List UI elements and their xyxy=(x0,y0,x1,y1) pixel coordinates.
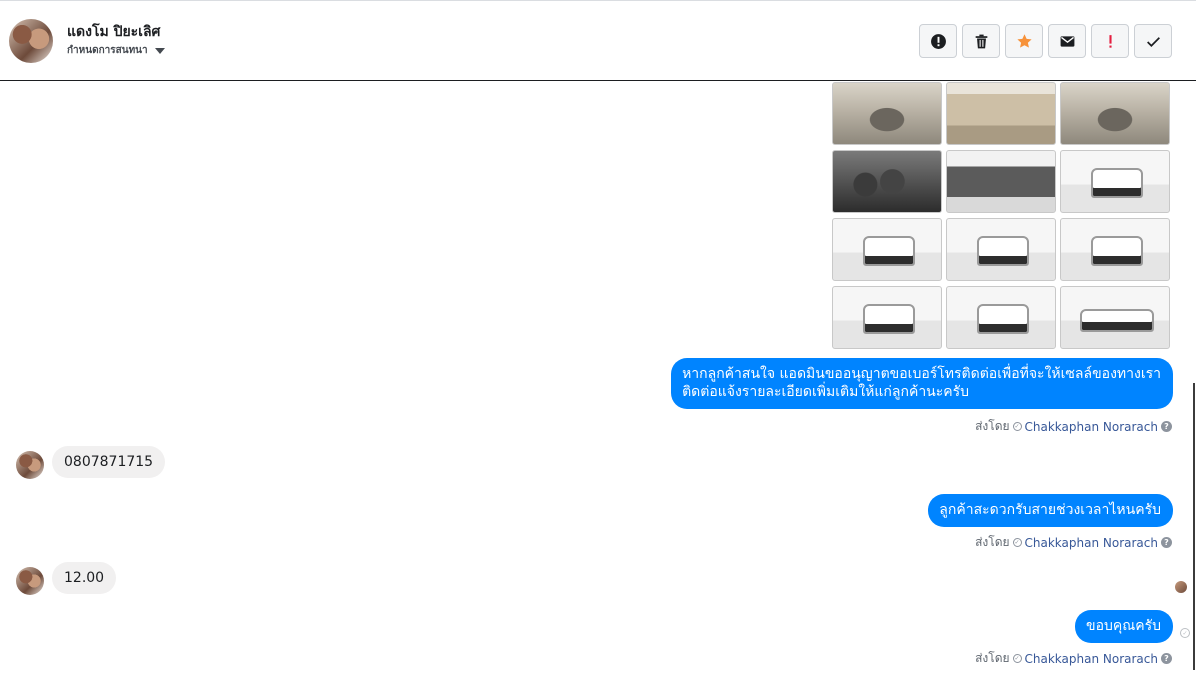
sent-by-row: ส่งโดย ✓ Chakkaphan Norarach ? xyxy=(975,417,1172,436)
agent-name-link[interactable]: Chakkaphan Norarach xyxy=(1025,536,1158,550)
agent-name-link[interactable]: Chakkaphan Norarach xyxy=(1025,652,1158,666)
contact-name[interactable]: แดงโม ปิยะเลิศ xyxy=(67,21,160,43)
conversation-settings-dropdown[interactable]: กำหนดการสนทนา xyxy=(67,43,165,58)
help-icon[interactable]: ? xyxy=(1161,537,1172,548)
mail-icon xyxy=(1060,35,1074,47)
star-icon xyxy=(1016,33,1032,48)
contact-avatar-small[interactable] xyxy=(16,451,44,479)
trash-icon xyxy=(975,34,987,48)
help-icon[interactable]: ? xyxy=(1161,653,1172,664)
follow-up-button[interactable] xyxy=(1091,24,1129,58)
message-line: หากลูกค้าสนใจ แอดมินขออนุญาตขอเบอร์โทรติ… xyxy=(682,366,1161,382)
checkmark-icon xyxy=(1146,36,1160,47)
incoming-message[interactable]: 12.00 xyxy=(52,562,117,594)
seen-avatar xyxy=(1175,581,1187,593)
agent-name-link[interactable]: Chakkaphan Norarach xyxy=(1025,420,1158,434)
photo-thumbnail[interactable] xyxy=(946,150,1056,213)
outgoing-message[interactable]: หากลูกค้าสนใจ แอดมินขออนุญาตขอเบอร์โทรติ… xyxy=(671,358,1173,409)
outgoing-message[interactable]: ลูกค้าสะดวกรับสายช่วงเวลาไหนครับ xyxy=(928,494,1173,527)
photo-thumbnail[interactable] xyxy=(1060,150,1170,213)
sent-by-prefix: ส่งโดย xyxy=(975,419,1010,433)
check-circle-icon: ✓ xyxy=(1012,422,1022,431)
photo-thumbnail[interactable] xyxy=(832,218,942,281)
report-icon xyxy=(930,33,946,49)
photo-thumbnail[interactable] xyxy=(1060,82,1170,145)
photo-thumbnail[interactable] xyxy=(1060,286,1170,349)
contact-avatar-small[interactable] xyxy=(16,567,44,595)
photo-attachment-grid xyxy=(832,82,1172,349)
outgoing-message[interactable]: ขอบคุณครับ xyxy=(1075,610,1173,643)
report-button[interactable] xyxy=(919,24,957,58)
check-circle-icon: ✓ xyxy=(1012,538,1022,547)
photo-thumbnail[interactable] xyxy=(946,218,1056,281)
mark-unread-button[interactable] xyxy=(1048,24,1086,58)
photo-thumbnail[interactable] xyxy=(1060,218,1170,281)
check-circle-icon: ✓ xyxy=(1012,654,1022,663)
photo-thumbnail[interactable] xyxy=(832,82,942,145)
message-line: ติดต่อแจ้งรายละเอียดเพิ่มเติมให้แก่ลูกค้… xyxy=(682,384,970,400)
star-button[interactable] xyxy=(1005,24,1043,58)
delete-button[interactable] xyxy=(962,24,1000,58)
inbox-conversation: แดงโม ปิยะเลิศ กำหนดการสนทนา หากลูกค้าสน… xyxy=(0,0,1196,693)
delivered-check-icon: ✓ xyxy=(1180,628,1190,638)
contact-avatar[interactable] xyxy=(9,19,53,63)
photo-thumbnail[interactable] xyxy=(946,286,1056,349)
conversation-toolbar xyxy=(919,24,1172,58)
photo-thumbnail[interactable] xyxy=(946,82,1056,145)
mark-done-button[interactable] xyxy=(1134,24,1172,58)
sent-by-prefix: ส่งโดย xyxy=(975,651,1010,665)
help-icon[interactable]: ? xyxy=(1161,421,1172,432)
sent-by-row: ส่งโดย ✓ Chakkaphan Norarach ? xyxy=(975,533,1172,552)
sent-by-row: ส่งโดย ✓ Chakkaphan Norarach ? xyxy=(975,649,1172,668)
conversation-settings-label: กำหนดการสนทนา xyxy=(67,45,148,56)
photo-thumbnail[interactable] xyxy=(832,150,942,213)
caret-down-icon xyxy=(154,47,165,54)
exclamation-icon xyxy=(1108,34,1112,48)
scrollbar[interactable] xyxy=(1193,383,1195,670)
photo-thumbnail[interactable] xyxy=(832,286,942,349)
incoming-message[interactable]: 0807871715 xyxy=(52,446,166,478)
sent-by-prefix: ส่งโดย xyxy=(975,535,1010,549)
conversation-header: แดงโม ปิยะเลิศ กำหนดการสนทนา xyxy=(0,0,1196,81)
